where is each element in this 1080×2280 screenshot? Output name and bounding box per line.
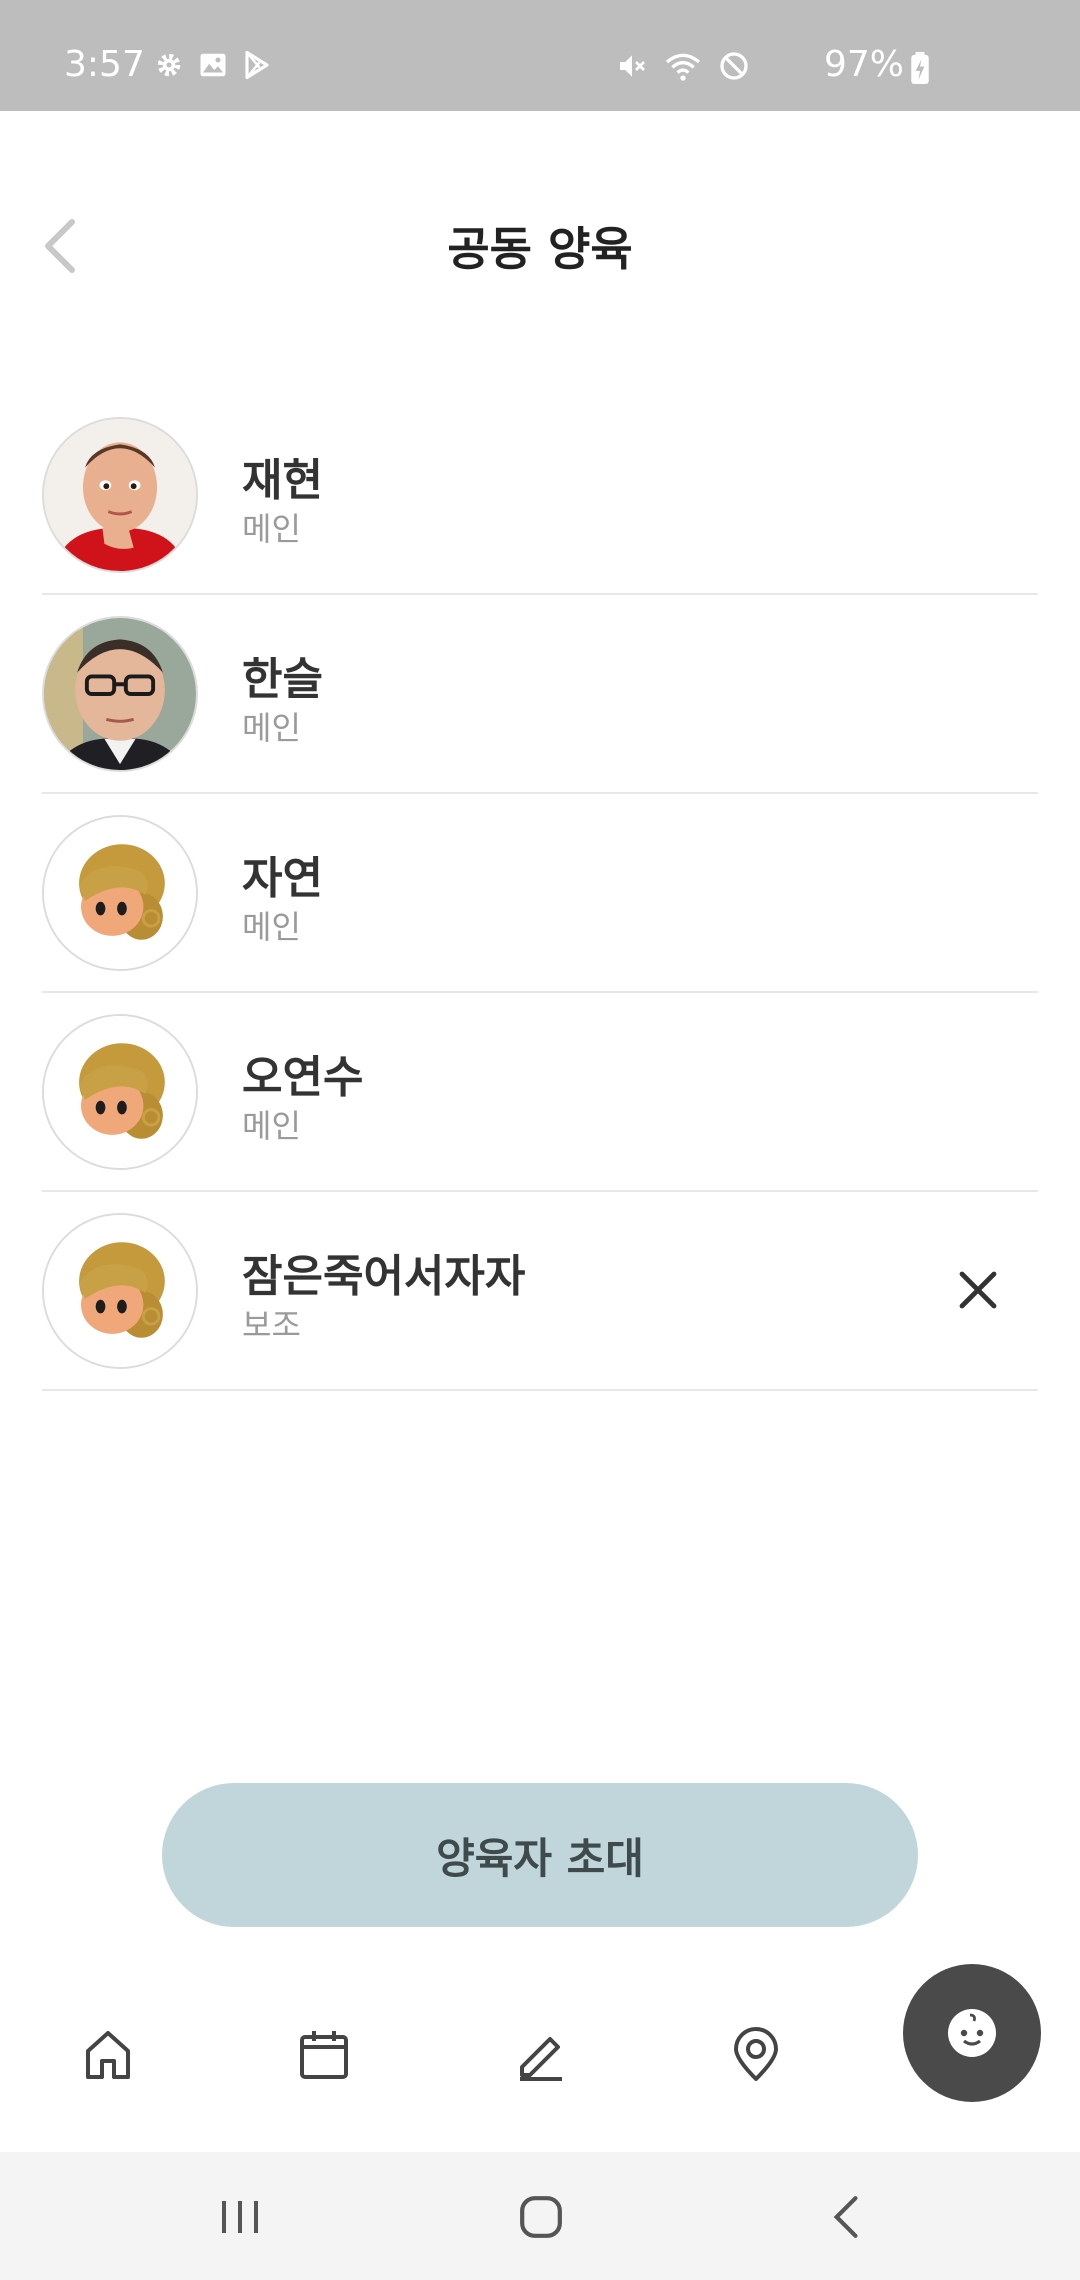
avatar <box>42 815 198 971</box>
member-name: 오연수 <box>242 1052 364 1103</box>
back-icon <box>833 2196 858 2238</box>
calendar-icon <box>300 2031 348 2079</box>
nav-calendar[interactable] <box>274 2005 374 2105</box>
image-icon <box>200 53 226 77</box>
block-icon <box>720 52 748 80</box>
nav-location[interactable] <box>706 2005 806 2105</box>
header: 공동 양육 <box>0 111 1080 371</box>
default-avatar-icon <box>44 1016 196 1168</box>
list-item[interactable]: 오연수 메인 <box>42 993 1038 1192</box>
nav-baby[interactable] <box>903 1964 1041 2102</box>
play-store-icon <box>245 50 269 80</box>
member-role: 메인 <box>242 1107 301 1145</box>
boy-photo-avatar <box>44 419 196 571</box>
avatar <box>42 417 198 573</box>
bottom-nav <box>0 1960 1080 2150</box>
remove-member-button[interactable] <box>948 1260 1008 1320</box>
member-role: 메인 <box>242 510 301 548</box>
default-avatar-icon <box>44 817 196 969</box>
wifi-icon <box>665 53 701 81</box>
recent-apps-button[interactable] <box>195 2182 285 2252</box>
battery-percent: 97% <box>823 44 904 85</box>
home-system-button[interactable] <box>496 2182 586 2252</box>
pencil-icon <box>520 2037 562 2081</box>
default-avatar-icon <box>44 1215 196 1367</box>
member-name: 재현 <box>242 455 323 506</box>
caregiver-list: 재현 메인 한슬 메인 자연 메인 오연수 메인 잠은죽어서자자 보조 <box>42 396 1038 1391</box>
member-name: 한슬 <box>242 654 323 705</box>
nav-write[interactable] <box>490 2005 590 2105</box>
gear-icon <box>157 53 181 77</box>
member-name: 자연 <box>242 853 323 904</box>
man-glasses-photo-avatar <box>44 618 196 770</box>
back-system-button[interactable] <box>800 2182 890 2252</box>
avatar <box>42 1014 198 1170</box>
battery-charging-icon <box>911 52 929 84</box>
member-role: 메인 <box>242 709 301 747</box>
list-item[interactable]: 잠은죽어서자자 보조 <box>42 1192 1038 1391</box>
location-pin-icon <box>734 2027 778 2081</box>
member-name: 잠은죽어서자자 <box>242 1251 526 1302</box>
avatar <box>42 1213 198 1369</box>
list-item[interactable]: 한슬 메인 <box>42 595 1038 794</box>
home-circle-icon <box>520 2196 562 2238</box>
member-role: 메인 <box>242 908 301 946</box>
recent-apps-icon <box>222 2201 258 2233</box>
status-bar: 3:57 97% <box>0 0 1080 111</box>
baby-icon <box>948 2009 996 2057</box>
member-role: 보조 <box>242 1306 301 1344</box>
mute-icon <box>620 55 645 77</box>
list-item[interactable]: 자연 메인 <box>42 794 1038 993</box>
page-title: 공동 양육 <box>447 222 633 276</box>
home-icon <box>86 2031 130 2079</box>
list-item[interactable]: 재현 메인 <box>42 396 1038 595</box>
status-time: 3:57 <box>64 44 145 85</box>
system-nav <box>0 2152 1080 2280</box>
close-icon <box>959 1271 997 1309</box>
nav-home[interactable] <box>58 2005 158 2105</box>
avatar <box>42 616 198 772</box>
invite-caregiver-button[interactable]: 양육자 초대 <box>162 1783 918 1927</box>
